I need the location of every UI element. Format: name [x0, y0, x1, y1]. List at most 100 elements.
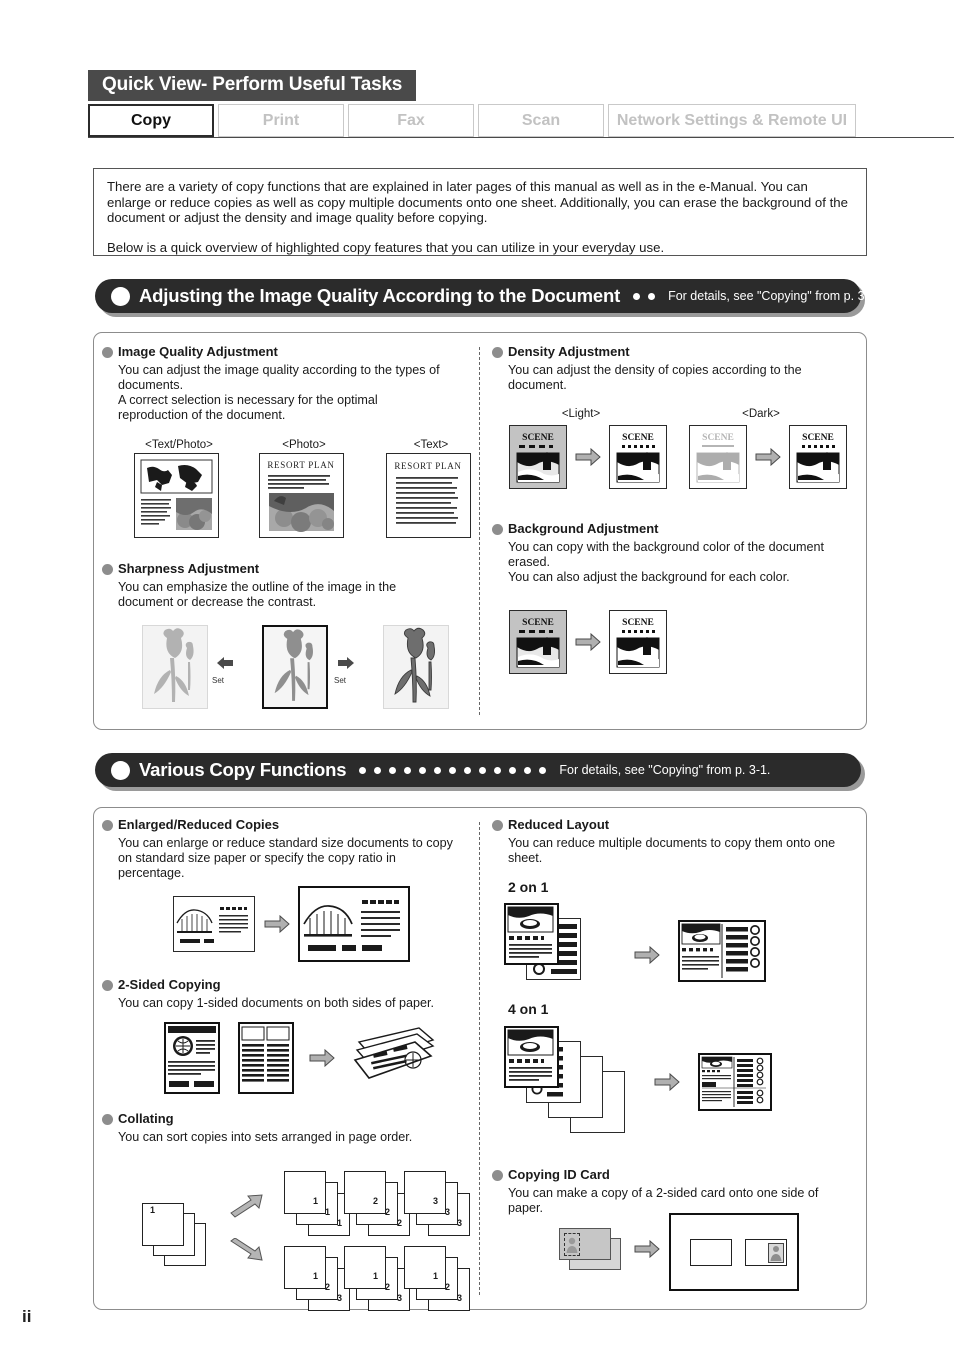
label-2-on-1: 2 on 1	[508, 879, 549, 895]
bullet-icon	[492, 820, 503, 831]
caption-text: <Text>	[413, 439, 449, 451]
thumbnail-text-photo	[134, 453, 219, 538]
arrow-right-icon	[338, 657, 354, 669]
feature-body: You can enlarge or reduce standard size …	[118, 836, 453, 880]
feature-sharpness-adjustment: Sharpness Adjustment You can emphasize t…	[102, 561, 472, 610]
feature-title: Enlarged/Reduced Copies	[118, 817, 280, 832]
feature-heading: Background Adjustment	[492, 521, 862, 536]
section1-banner-note: For details, see "Copying" from p. 3-1.	[668, 289, 880, 303]
page-label: 1	[313, 1196, 319, 1206]
section1-banner-dots	[629, 292, 659, 300]
collate-set-3: 3 3 3	[404, 1171, 479, 1237]
thumbnail-photo: RESORT PLAN	[259, 453, 344, 538]
thumbnail-density-result-dark: SCENE	[789, 425, 847, 489]
arrow-right-icon	[654, 1073, 680, 1091]
feature-title: Density Adjustment	[508, 344, 630, 359]
feature-heading: Enlarged/Reduced Copies	[102, 817, 472, 832]
label-set-left: Set	[212, 676, 225, 685]
feature-collating: Collating You can sort copies into sets …	[102, 1111, 472, 1145]
bullet-icon	[102, 564, 113, 575]
thumbnail-tulip-soft	[142, 625, 208, 709]
bullet-icon	[102, 820, 113, 831]
feature-body: You can copy with the background color o…	[508, 540, 824, 584]
feature-reduced-layout: Reduced Layout You can reduce multiple d…	[492, 817, 862, 866]
thumbnail-2sided-page1	[164, 1022, 220, 1094]
id-card-back	[745, 1239, 787, 1266]
thumbnail-density-result-light: SCENE	[609, 425, 667, 489]
bullet-icon	[492, 524, 503, 535]
thumbnail-2sided-result	[349, 1020, 439, 1096]
page-label: 2	[373, 1196, 379, 1206]
feature-density-adjustment: Density Adjustment You can adjust the de…	[492, 344, 862, 393]
page-header: Quick View- Perform Useful Tasks Copy Pr…	[88, 70, 954, 138]
feature-2-sided-copying: 2-Sided Copying You can copy 1-sided doc…	[102, 977, 472, 1011]
feature-body: You can reduce multiple documents to cop…	[508, 836, 836, 865]
feature-heading: Image Quality Adjustment	[102, 344, 472, 359]
section2-panel: Enlarged/Reduced Copies You can enlarge …	[93, 807, 867, 1311]
svg-text:SCENE: SCENE	[802, 433, 834, 443]
thumbnail-enlarge-source	[173, 896, 255, 952]
bullet-icon	[111, 760, 130, 780]
thumbnail-2on1-result	[678, 920, 766, 982]
intro-paragraph-2: Below is a quick overview of highlighted…	[107, 239, 665, 255]
svg-text:RESORT PLAN: RESORT PLAN	[267, 460, 334, 470]
feature-copying-id-card: Copying ID Card You can make a copy of a…	[492, 1167, 862, 1216]
page-label: 1	[373, 1271, 379, 1281]
portrait-icon	[566, 1237, 578, 1253]
page-label: 1	[313, 1271, 319, 1281]
thumbnail-4on1-result	[698, 1053, 772, 1111]
svg-text:SCENE: SCENE	[702, 433, 734, 443]
section1-banner: Adjusting the Image Quality According to…	[95, 279, 879, 313]
thumbnail-density-source-light: SCENE	[509, 425, 567, 489]
feature-heading: Copying ID Card	[492, 1167, 862, 1182]
tab-copy[interactable]: Copy	[88, 104, 214, 137]
thumbnail-density-source-dark: SCENE	[689, 425, 747, 489]
caption-dark: <Dark>	[742, 408, 780, 420]
feature-heading: Sharpness Adjustment	[102, 561, 472, 576]
arrow-right-icon	[264, 915, 290, 933]
bullet-icon	[492, 1170, 503, 1181]
thumbnail-text: RESORT PLAN	[386, 453, 471, 538]
thumbnail-4on1-source	[504, 1026, 644, 1136]
arrow-right-icon	[575, 448, 601, 466]
svg-text:SCENE: SCENE	[622, 433, 654, 443]
page-number: ii	[22, 1307, 32, 1326]
feature-heading: Reduced Layout	[492, 817, 862, 832]
label-4-on-1: 4 on 1	[508, 1001, 549, 1017]
tab-scan[interactable]: Scan	[478, 104, 604, 137]
section2-banner-title: Various Copy Functions	[139, 759, 347, 780]
arrow-right-icon	[634, 1240, 660, 1258]
id-card-front	[690, 1239, 732, 1266]
feature-background-adjustment: Background Adjustment You can copy with …	[492, 521, 862, 585]
feature-body: You can adjust the density of copies acc…	[508, 363, 802, 392]
feature-title: Collating	[118, 1111, 174, 1126]
arrow-right-icon	[755, 448, 781, 466]
section2-banner-note: For details, see "Copying" from p. 3-1.	[559, 763, 771, 777]
arrow-up-right-icon	[230, 1194, 263, 1218]
bullet-icon	[102, 980, 113, 991]
feature-enlarged-reduced-copies: Enlarged/Reduced Copies You can enlarge …	[102, 817, 472, 881]
svg-text:SCENE: SCENE	[522, 433, 554, 443]
arrow-right-icon	[575, 633, 601, 651]
svg-text:RESORT PLAN: RESORT PLAN	[394, 461, 461, 471]
collate-source-stack: 3 2 1	[142, 1203, 222, 1273]
tab-print[interactable]: Print	[218, 104, 344, 137]
arrow-right-icon	[634, 946, 660, 964]
feature-title: Background Adjustment	[508, 521, 659, 536]
svg-text:SCENE: SCENE	[622, 618, 654, 628]
thumbnail-id-card-result	[669, 1213, 799, 1291]
caption-photo: <Photo>	[282, 439, 326, 451]
feature-body: You can copy 1-sided documents on both s…	[118, 996, 434, 1010]
portrait-icon	[770, 1246, 782, 1261]
caption-light: <Light>	[561, 408, 601, 420]
feature-body: You can emphasize the outline of the ima…	[118, 580, 397, 609]
tab-fax[interactable]: Fax	[348, 104, 474, 137]
svg-text:SCENE: SCENE	[522, 618, 554, 628]
feature-body: You can sort copies into sets arranged i…	[118, 1130, 413, 1144]
tab-bar: Copy Print Fax Scan Network Settings & R…	[88, 104, 954, 138]
intro-paragraph-1: There are a variety of copy functions th…	[107, 179, 848, 226]
arrow-right-icon	[309, 1049, 335, 1067]
intro-box: There are a variety of copy functions th…	[93, 168, 867, 256]
feature-body: You can make a copy of a 2-sided card on…	[508, 1186, 819, 1215]
tab-network-settings-remote-ui[interactable]: Network Settings & Remote UI	[608, 104, 856, 137]
